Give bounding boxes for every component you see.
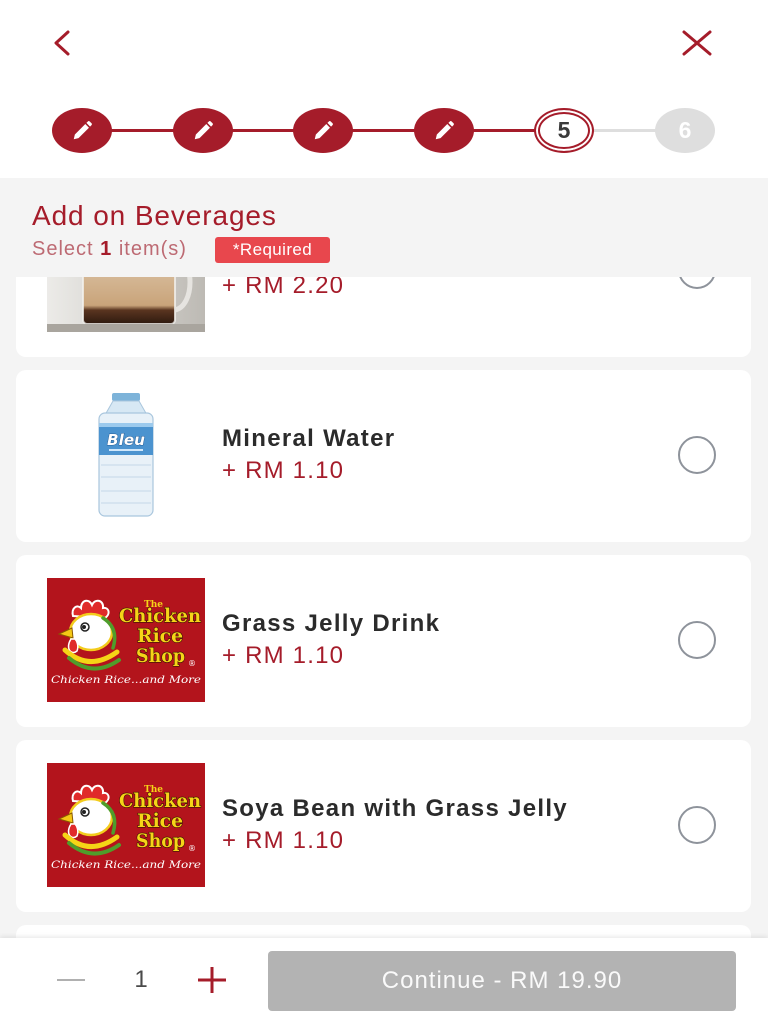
close-icon[interactable] (678, 24, 716, 62)
list-item[interactable]: + RM 2.20 (16, 277, 751, 357)
list-item-partial[interactable] (16, 925, 751, 938)
plus-icon[interactable] (191, 959, 233, 1001)
step-number: 5 (557, 117, 571, 143)
item-price: + RM 1.10 (222, 457, 345, 484)
logo-text: Rice (137, 625, 183, 647)
selection-hint-prefix: Select (32, 238, 94, 260)
selection-hint: Select 1 item(s) (32, 236, 187, 262)
item-radio[interactable] (678, 436, 716, 474)
pencil-icon (73, 120, 92, 139)
logo-text: Shop (136, 645, 185, 667)
pencil-icon (194, 120, 213, 139)
bottle-brand-label: Bleu (107, 431, 145, 449)
item-name: Grass Jelly Drink (222, 610, 441, 637)
brand-logo-image: The Chicken Rice Shop ® Chicken Rice...a… (47, 578, 205, 702)
item-price: + RM 1.10 (222, 642, 345, 669)
section-title: Add on Beverages (32, 200, 277, 231)
list-item[interactable]: Bleu Mineral Water + RM 1.10 (16, 370, 751, 542)
list-item[interactable]: The Chicken Rice Shop ® Chicken Rice...a… (16, 555, 751, 727)
pencil-icon (435, 120, 454, 139)
step-number: 6 (678, 117, 692, 143)
logo-text: Chicken (119, 605, 201, 627)
logo-text: Chicken (119, 790, 201, 812)
list-item[interactable]: The Chicken Rice Shop ® Chicken Rice...a… (16, 740, 751, 912)
section-header: Add on Beverages Select 1 item(s) *Requi… (0, 178, 768, 277)
item-name: Mineral Water (222, 425, 396, 452)
item-radio[interactable] (678, 277, 716, 289)
item-radio[interactable] (678, 806, 716, 844)
step-3[interactable] (293, 108, 353, 153)
step-2[interactable] (173, 108, 233, 153)
water-bottle-image: Bleu (47, 393, 205, 517)
required-badge: *Required (215, 237, 330, 263)
beverage-list[interactable]: + RM 2.20 Bleu Mineral Water + RM 1.10 T… (0, 277, 768, 938)
step-5-current: 5 (534, 108, 594, 153)
chevron-left-icon[interactable] (46, 24, 78, 62)
item-name: Soya Bean with Grass Jelly (222, 795, 568, 822)
brand-logo-image: The Chicken Rice Shop ® Chicken Rice...a… (47, 763, 205, 887)
step-6: 6 (655, 108, 715, 153)
item-price: + RM 2.20 (222, 277, 345, 299)
step-4[interactable] (414, 108, 474, 153)
logo-tagline: Chicken Rice...and More (51, 860, 201, 871)
logo-tagline: Chicken Rice...and More (51, 675, 201, 686)
item-radio[interactable] (678, 621, 716, 659)
continue-button[interactable]: Continue - RM 19.90 (268, 951, 736, 1011)
step-1[interactable] (52, 108, 112, 153)
selection-count: 1 (100, 238, 113, 260)
logo-registered-mark: ® (188, 659, 196, 668)
item-price: + RM 1.10 (222, 827, 345, 854)
logo-text: Shop (136, 830, 185, 852)
pencil-icon (314, 120, 333, 139)
logo-registered-mark: ® (188, 844, 196, 853)
milk-tea-image (47, 277, 205, 332)
footer-bar: 1 Continue - RM 19.90 (0, 938, 768, 1024)
minus-icon[interactable] (50, 962, 92, 998)
logo-text: Rice (137, 810, 183, 832)
quantity-value: 1 (134, 966, 148, 993)
selection-hint-suffix: item(s) (118, 238, 187, 260)
